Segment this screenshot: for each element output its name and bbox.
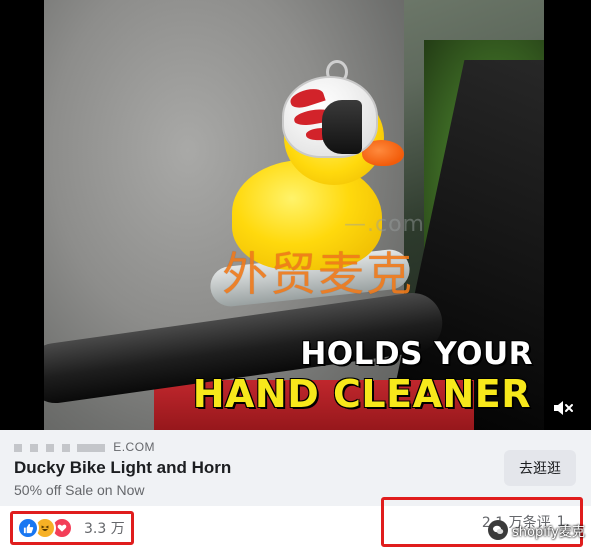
shop-now-button[interactable]: 去逛逛 — [504, 450, 576, 486]
engagement-bar: 3.3 万 2.1 万条评 1. shopify麦克 — [0, 497, 591, 556]
like-icon — [17, 517, 39, 539]
link-preview-card[interactable]: E.COM Ducky Bike Light and Horn 50% off … — [0, 430, 591, 506]
helmet-visor — [322, 100, 362, 154]
link-title[interactable]: Ducky Bike Light and Horn — [14, 458, 231, 478]
comment-count[interactable]: 2.1 万条评 — [482, 512, 551, 532]
speaker-muted-icon — [554, 401, 573, 415]
video-caption-line1: HOLDS YOUR — [300, 336, 533, 372]
reactions-summary[interactable]: 3.3 万 — [10, 511, 134, 545]
share-count[interactable]: 1. — [557, 514, 570, 530]
link-subtitle: 50% off Sale on Now — [14, 482, 145, 498]
redacted-block — [29, 443, 38, 452]
reaction-count: 3.3 万 — [84, 521, 125, 537]
redacted-block — [77, 443, 106, 452]
comment-share-stats: 2.1 万条评 1. — [381, 497, 583, 547]
redacted-block — [45, 443, 54, 452]
faint-watermark: —.com — [344, 212, 425, 237]
link-domain-text: E.COM — [113, 440, 156, 454]
mute-button[interactable] — [548, 394, 578, 422]
redacted-block — [61, 443, 70, 452]
link-domain: E.COM — [14, 440, 155, 454]
video-player[interactable]: —.com 外贸麦克 HOLDS YOUR HAND CLEANER — [0, 0, 591, 430]
redacted-block — [14, 443, 22, 452]
video-caption-line2: HAND CLEANER — [192, 372, 531, 416]
watermark-text: 外贸麦克 — [222, 247, 414, 301]
